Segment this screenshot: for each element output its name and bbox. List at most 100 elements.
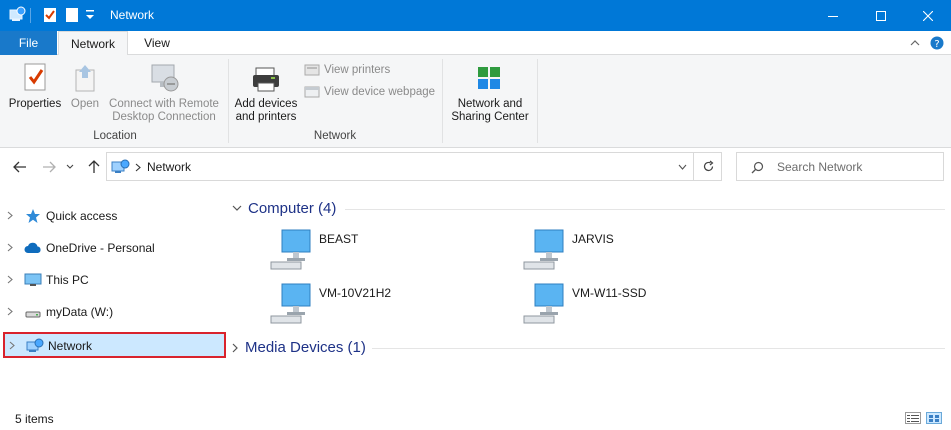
maximize-button[interactable] xyxy=(858,0,904,31)
customize-qat-icon[interactable] xyxy=(84,8,96,22)
monitor-icon xyxy=(24,273,42,286)
sidebar-item-label: Quick access xyxy=(46,209,118,223)
address-bar[interactable]: Network xyxy=(106,152,694,181)
media-devices-group-header[interactable]: Media Devices (1) xyxy=(232,339,366,356)
open-button[interactable]: Open xyxy=(66,62,104,111)
group-divider xyxy=(372,348,945,349)
close-icon xyxy=(923,10,933,21)
minimize-icon xyxy=(828,15,838,17)
sidebar-item-mydata-drive[interactable]: myData (W:) xyxy=(0,298,229,326)
chevron-right-icon[interactable] xyxy=(7,307,13,316)
chevron-right-icon[interactable] xyxy=(7,211,13,220)
arrow-right-icon xyxy=(43,161,56,173)
remote-desktop-button[interactable]: Connect with Remote Desktop Connection xyxy=(106,62,222,124)
sidebar-item-network[interactable]: Network xyxy=(3,332,226,358)
chevron-right-icon[interactable] xyxy=(135,163,141,172)
properties-icon xyxy=(24,63,46,91)
back-button[interactable] xyxy=(11,159,29,175)
svg-text:?: ? xyxy=(934,39,939,50)
arrow-left-icon xyxy=(13,161,26,173)
chevron-down-icon xyxy=(678,164,687,170)
refresh-icon xyxy=(703,160,714,172)
help-icon[interactable]: ? xyxy=(930,36,944,50)
sidebar-item-label: This PC xyxy=(46,273,89,287)
large-icons-view-icon[interactable] xyxy=(926,412,942,424)
properties-button[interactable]: Properties xyxy=(7,62,63,111)
open-label: Open xyxy=(70,98,100,110)
search-icon xyxy=(751,161,764,174)
chevron-down-icon xyxy=(66,164,74,169)
new-item-qat-icon[interactable] xyxy=(63,6,81,24)
chevron-right-icon[interactable] xyxy=(7,275,13,284)
close-button[interactable] xyxy=(905,0,951,31)
chevron-right-icon[interactable] xyxy=(7,243,13,252)
search-placeholder: Search Network xyxy=(777,160,863,174)
computer-group-header[interactable]: Computer (4) xyxy=(232,200,336,217)
recent-locations-button[interactable] xyxy=(64,159,76,175)
network-sharing-center-button[interactable]: Network and Sharing Center xyxy=(450,64,530,124)
webpage-icon xyxy=(304,86,320,98)
open-icon xyxy=(75,65,95,92)
cloud-icon xyxy=(24,242,41,253)
network-icon xyxy=(26,338,44,352)
computer-tile-vm-w11-ssd[interactable]: VM-W11-SSD xyxy=(522,282,722,332)
location-group-label: Location xyxy=(93,130,137,142)
sidebar-item-this-pc[interactable]: This PC xyxy=(0,266,229,294)
network-app-icon[interactable] xyxy=(8,6,26,24)
computer-tile-beast[interactable]: BEAST xyxy=(269,228,469,278)
computer-group-title: Computer (4) xyxy=(248,200,337,217)
chevron-right-icon[interactable] xyxy=(232,343,239,353)
network-group-label: Network xyxy=(313,130,357,142)
view-device-webpage-label: View device webpage xyxy=(324,86,436,98)
status-bar: 5 items xyxy=(0,404,951,430)
add-devices-label-1: Add devices xyxy=(234,98,298,110)
sidebar-item-quick-access[interactable]: Quick access xyxy=(0,202,229,230)
computer-tile-jarvis[interactable]: JARVIS xyxy=(522,228,722,278)
properties-qat-icon[interactable] xyxy=(41,6,59,24)
view-device-webpage-button[interactable]: View device webpage xyxy=(304,85,435,99)
minimize-button[interactable] xyxy=(810,0,856,31)
view-printers-button[interactable]: View printers xyxy=(304,63,390,77)
sidebar-item-onedrive[interactable]: OneDrive - Personal xyxy=(0,234,229,262)
maximize-icon xyxy=(876,10,886,21)
computer-name: JARVIS xyxy=(572,232,614,246)
group-divider xyxy=(345,209,945,210)
chevron-right-icon[interactable] xyxy=(9,341,15,350)
printer-icon xyxy=(253,67,279,92)
tab-network[interactable]: Network xyxy=(58,31,128,56)
qat-separator xyxy=(30,8,31,23)
search-input[interactable]: Search Network xyxy=(736,152,944,181)
address-history-button[interactable] xyxy=(678,152,722,181)
computer-icon xyxy=(270,283,311,324)
tab-view[interactable]: View xyxy=(133,31,181,55)
collapse-ribbon-icon[interactable] xyxy=(910,39,920,47)
view-printers-icon xyxy=(304,64,320,76)
address-path[interactable]: Network xyxy=(147,160,191,174)
computer-icon xyxy=(523,229,564,270)
tab-file[interactable]: File xyxy=(0,31,57,55)
computer-name: VM-10V21H2 xyxy=(319,286,392,300)
remote-desktop-label-1: Connect with Remote xyxy=(109,98,219,110)
item-count: 5 items xyxy=(15,412,54,426)
drive-icon xyxy=(25,311,41,318)
forward-button[interactable] xyxy=(40,159,58,175)
computer-name: VM-W11-SSD xyxy=(572,286,647,300)
sidebar-item-label: myData (W:) xyxy=(46,305,114,319)
computer-icon xyxy=(270,229,311,270)
details-view-icon[interactable] xyxy=(905,412,921,424)
sidebar-item-label: OneDrive - Personal xyxy=(46,241,155,255)
ribbon-separator xyxy=(537,59,538,143)
media-devices-group-title: Media Devices (1) xyxy=(245,339,366,356)
chevron-down-icon[interactable] xyxy=(232,205,242,212)
sharing-label-1: Network and xyxy=(457,98,523,110)
add-devices-button[interactable]: Add devices and printers xyxy=(233,64,299,124)
computer-tile-vm-10v21h2[interactable]: VM-10V21H2 xyxy=(269,282,469,332)
ribbon: Properties Open Connect with Remote Desk… xyxy=(0,55,951,148)
ribbon-separator xyxy=(442,59,443,143)
view-printers-label: View printers xyxy=(324,64,391,76)
navigation-pane: Quick access OneDrive - Personal This PC… xyxy=(0,192,229,402)
up-button[interactable] xyxy=(85,159,103,175)
computer-icon xyxy=(523,283,564,324)
remote-desktop-icon xyxy=(151,64,179,92)
ribbon-tabs: File Network View ? xyxy=(0,31,951,56)
